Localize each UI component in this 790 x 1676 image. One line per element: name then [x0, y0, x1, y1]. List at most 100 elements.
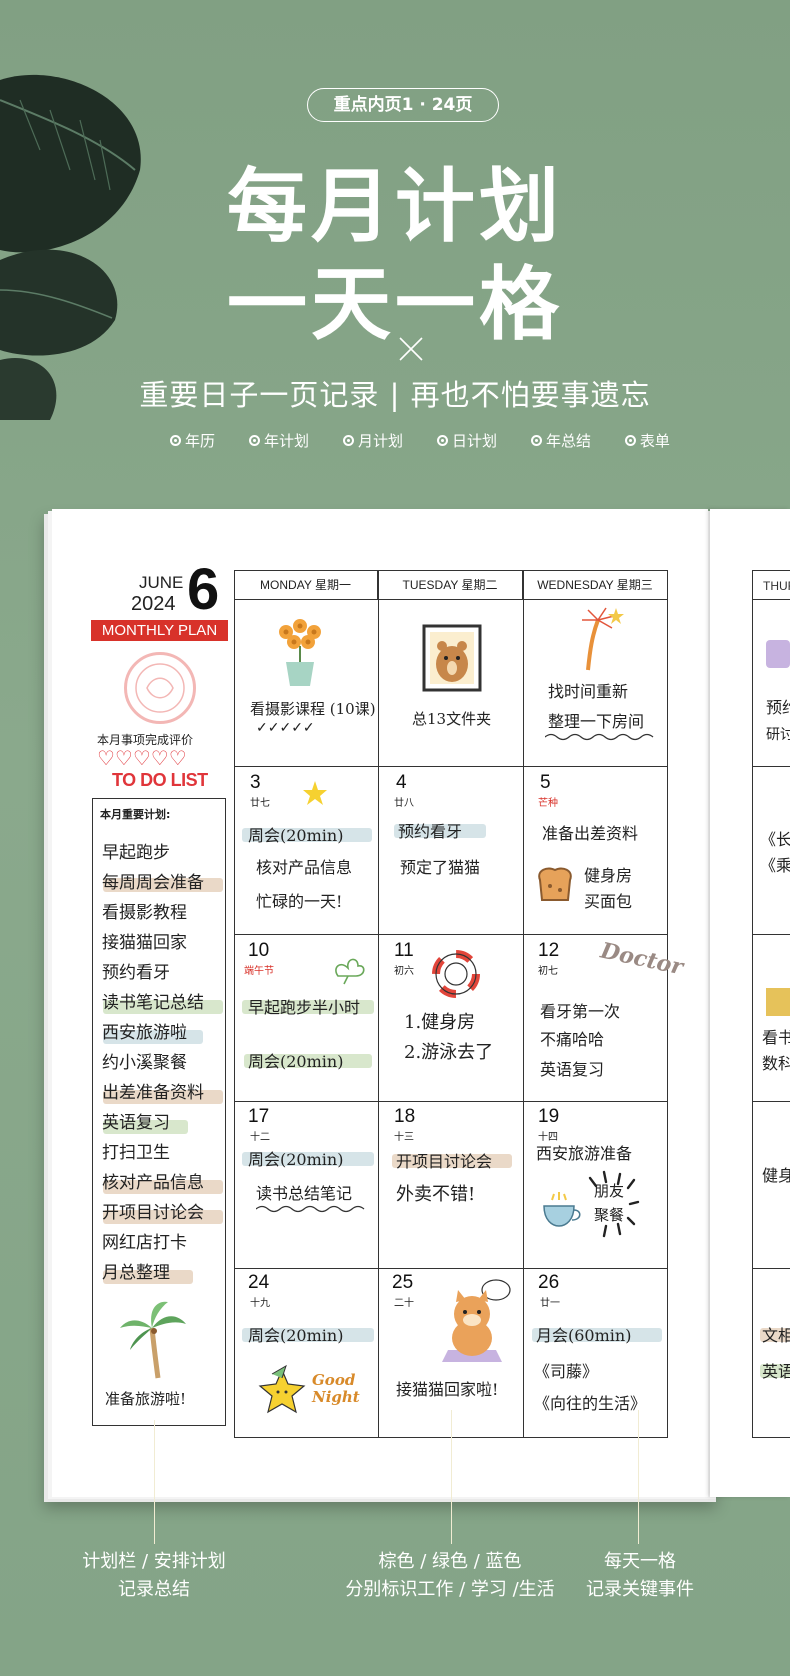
solar-term: 芒种 — [538, 798, 558, 809]
cell-note: ✓✓✓✓✓ — [256, 720, 315, 736]
cell-note: 周会(20min) — [248, 826, 344, 845]
plan-item: 打扫卫生 — [102, 1143, 170, 1163]
feature-item: 月计划 — [342, 430, 403, 451]
lunar-date: 初六 — [394, 966, 414, 977]
day-number: 18 — [394, 1106, 416, 1127]
ring-bullet-icon — [530, 435, 542, 446]
day-number: 10 — [248, 940, 270, 961]
grid-line — [752, 934, 790, 936]
ring-bullet-icon — [170, 435, 181, 446]
cell-note: 找时间重新 — [548, 682, 629, 701]
cell-note-partial: 研讨 — [766, 727, 790, 743]
firework-icon — [582, 607, 624, 671]
caption-left: 计划栏 / 安排计划 记录总结 — [82, 1551, 226, 1600]
cell-note: 核对产品信息 — [256, 858, 353, 877]
cell-note: 早起跑步半小时 — [248, 998, 361, 1017]
day-number: 24 — [248, 1272, 270, 1293]
cell-note-partial: 英语 — [762, 1362, 790, 1381]
feature-item: 年总结 — [530, 430, 591, 451]
callout-line — [638, 1410, 639, 1544]
day-number: 12 — [538, 940, 560, 961]
wavy-underline-icon — [545, 733, 654, 741]
ring-bullet-icon — [436, 435, 448, 446]
feature-list: 年历 年计划 月计划 日计划 年总结 表单 — [170, 430, 670, 451]
weekday-header-monday: MONDAY 星期一 — [234, 570, 378, 600]
day-number: 26 — [538, 1272, 560, 1293]
plan-item: 接猫猫回家 — [102, 933, 187, 953]
cell-note: 开项目讨论会 — [396, 1152, 493, 1171]
heart-rating: ♡♡♡♡♡ — [97, 746, 187, 770]
festival-label: 端午节 — [244, 966, 274, 977]
star-character-icon — [258, 1364, 306, 1414]
plan-item: 看摄影教程 — [102, 903, 187, 923]
lunar-date: 廿一 — [540, 1298, 560, 1309]
palm-tree-icon — [120, 1301, 186, 1379]
plan-heading: 本月重要计划: — [100, 808, 171, 821]
callout-line — [154, 1420, 155, 1544]
cell-note: 不痛哈哈 — [540, 1030, 605, 1049]
cat-icon — [442, 1279, 511, 1362]
seal-stamp-icon — [124, 652, 196, 724]
plan-item: 月总整理 — [102, 1263, 170, 1283]
cell-note: 买面包 — [584, 892, 633, 911]
clover-sketch-icon — [335, 958, 365, 985]
day-number: 3 — [250, 772, 261, 793]
cell-note-partial: 文相 — [762, 1326, 790, 1345]
feature-item: 日计划 — [436, 430, 497, 451]
cell-note-partial: 预约 — [766, 698, 790, 717]
cell-note: 西安旅游准备 — [536, 1144, 633, 1163]
cross-divider-icon — [399, 337, 423, 361]
cell-note: 月会(60min) — [536, 1326, 632, 1345]
sticker-partial-icon — [766, 640, 790, 668]
plan-item: 早起跑步 — [102, 843, 170, 863]
grid-line — [234, 766, 668, 768]
weekday-header-tuesday: TUESDAY 星期二 — [378, 570, 523, 600]
plan-item: 网红店打卡 — [102, 1233, 187, 1253]
lunar-date: 廿八 — [394, 798, 414, 809]
grid-line — [752, 1101, 790, 1103]
cell-note: 看摄影课程 (10课) — [250, 700, 376, 718]
year-label: 2024 — [131, 593, 176, 615]
plan-item: 英语复习 — [102, 1113, 170, 1133]
month-number: 6 — [187, 557, 220, 622]
cell-note: 预定了猫猫 — [400, 858, 481, 877]
cell-note: 《向往的生活》 — [534, 1394, 647, 1413]
day-number: 19 — [538, 1106, 560, 1127]
plan-item: 出差准备资料 — [102, 1083, 204, 1103]
plan-item: 约小溪聚餐 — [102, 1053, 187, 1073]
plan-item: 核对产品信息 — [102, 1173, 204, 1193]
page-subtitle: 重要日子一页记录 | 再也不怕要事遗忘 — [139, 378, 651, 412]
star-icon — [303, 781, 327, 805]
lunar-date: 廿七 — [250, 798, 270, 809]
cell-note: 接猫猫回家啦! — [396, 1380, 499, 1399]
lunar-date: 十二 — [250, 1132, 270, 1143]
page-range-badge: 重点内页1 · 24页 — [307, 88, 499, 122]
grid-line — [752, 766, 790, 768]
ring-bullet-icon — [342, 435, 354, 446]
plan-item: 西安旅游啦 — [102, 1023, 187, 1043]
grid-line — [234, 1101, 668, 1103]
cell-note-partial: 数科 — [762, 1054, 790, 1073]
caption-right: 每天一格 记录关键事件 — [586, 1551, 694, 1600]
lunar-date: 二十 — [394, 1298, 414, 1309]
day-number: 4 — [396, 772, 407, 793]
cell-note-partial: 看书 — [762, 1028, 790, 1047]
life-buoy-icon — [432, 950, 480, 998]
cell-note-partial: 《乘 — [760, 856, 790, 875]
burst-lines-icon — [588, 1170, 640, 1238]
feature-item: 年历 — [170, 430, 215, 451]
plan-item: 读书笔记总结 — [102, 993, 204, 1013]
weekday-header-thursday: THUR — [752, 570, 790, 600]
plan-item: 每周周会准备 — [102, 873, 204, 893]
grid-line — [523, 570, 525, 1438]
ring-bullet-icon — [248, 435, 260, 446]
flower-pot-icon — [279, 619, 321, 686]
callout-line — [451, 1410, 452, 1544]
lunar-date: 十九 — [250, 1298, 270, 1309]
cell-note: 总13文件夹 — [412, 710, 492, 728]
day-number: 17 — [248, 1106, 270, 1127]
books-partial-icon — [766, 988, 790, 1016]
plan-footer: 准备旅游啦! — [105, 1390, 187, 1408]
cell-note: 读书总结笔记 — [256, 1184, 353, 1203]
plan-item: 预约看牙 — [102, 963, 170, 983]
